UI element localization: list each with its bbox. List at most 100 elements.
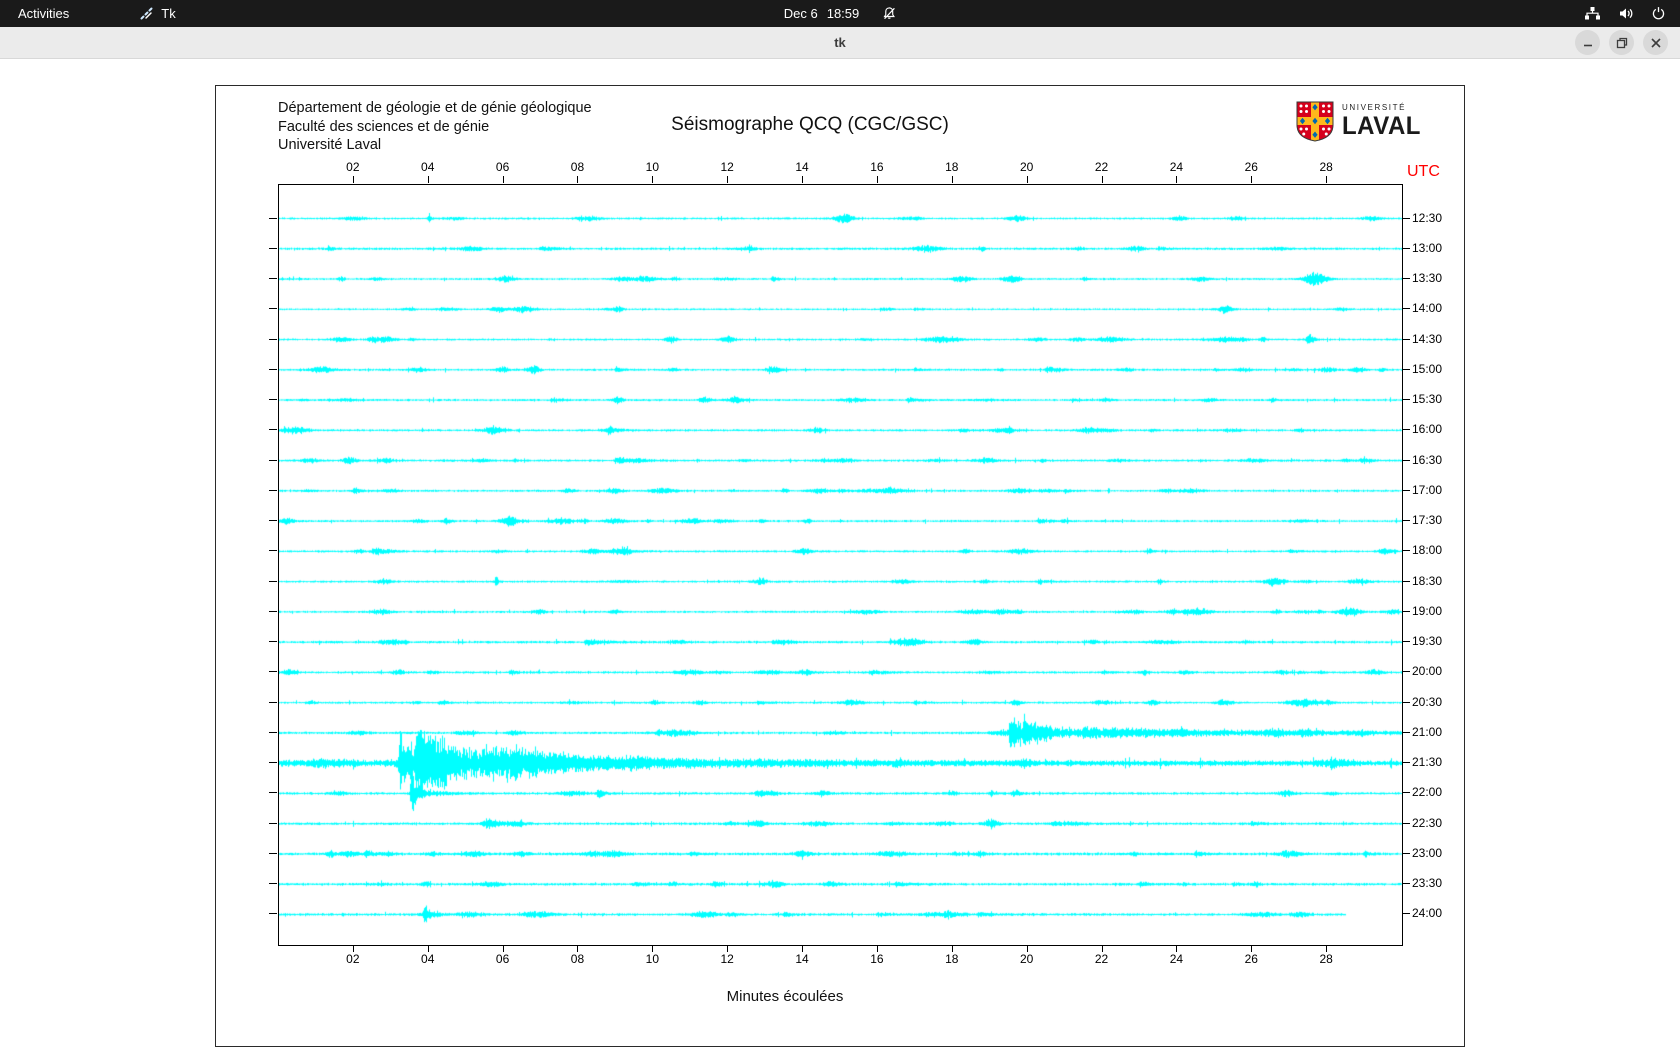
row-tick-right — [1402, 460, 1410, 461]
row-tick-right — [1402, 490, 1410, 491]
row-tick-left — [269, 823, 277, 824]
x-tick-bottom — [1102, 945, 1103, 952]
app-menu-tk[interactable]: Tk — [131, 0, 183, 27]
x-tick-top — [727, 176, 728, 183]
row-tick-right — [1402, 248, 1410, 249]
x-tick-top — [503, 176, 504, 183]
x-tick-top — [952, 176, 953, 183]
x-tick-top — [877, 176, 878, 183]
utc-row-label: 21:30 — [1412, 755, 1442, 769]
x-tick-bottom — [952, 945, 953, 952]
row-tick-left — [269, 732, 277, 733]
utc-row-label: 18:00 — [1412, 543, 1442, 557]
row-tick-right — [1402, 913, 1410, 914]
utc-row-label: 17:00 — [1412, 483, 1442, 497]
row-tick-right — [1402, 823, 1410, 824]
x-tick-top — [802, 176, 803, 183]
window-title-bar: tk — [0, 27, 1680, 59]
x-tick-top — [1176, 176, 1177, 183]
x-tick-label-top: 14 — [789, 160, 815, 174]
utc-row-label: 16:30 — [1412, 453, 1442, 467]
row-tick-right — [1402, 792, 1410, 793]
top-bar-left: Activities Tk — [0, 0, 184, 27]
row-tick-right — [1402, 369, 1410, 370]
x-tick-bottom — [577, 945, 578, 952]
system-status-area[interactable] — [1584, 0, 1680, 27]
x-tick-top — [428, 176, 429, 183]
x-tick-label-top: 26 — [1238, 160, 1264, 174]
utc-row-label: 22:00 — [1412, 785, 1442, 799]
row-tick-left — [269, 671, 277, 672]
row-tick-left — [269, 339, 277, 340]
x-tick-top — [652, 176, 653, 183]
x-tick-label-bottom: 22 — [1089, 952, 1115, 966]
x-axis-title: Minutes écoulées — [216, 988, 1354, 1005]
row-tick-left — [269, 913, 277, 914]
x-tick-label-top: 08 — [564, 160, 590, 174]
notifications-muted-icon — [881, 6, 896, 21]
row-tick-right — [1402, 429, 1410, 430]
laval-logo-university-word: UNIVERSITÉ — [1342, 103, 1421, 112]
activities-button[interactable]: Activities — [0, 0, 87, 27]
x-tick-bottom — [727, 945, 728, 952]
x-tick-label-bottom: 10 — [639, 952, 665, 966]
utc-row-label: 12:30 — [1412, 211, 1442, 225]
plot-area — [278, 184, 1403, 946]
clock-date: Dec 6 — [784, 6, 818, 21]
laval-logo-name-word: LAVAL — [1342, 112, 1421, 141]
utc-row-label: 17:30 — [1412, 513, 1442, 527]
utc-row-label: 19:00 — [1412, 604, 1442, 618]
utc-row-label: 13:30 — [1412, 271, 1442, 285]
utc-row-label: 20:00 — [1412, 664, 1442, 678]
row-tick-right — [1402, 218, 1410, 219]
laval-logo: UNIVERSITÉ LAVAL — [1296, 101, 1421, 142]
row-tick-right — [1402, 732, 1410, 733]
window-title: tk — [0, 27, 1680, 58]
app-menu-label: Tk — [161, 6, 175, 21]
window-controls — [1575, 30, 1668, 55]
utc-row-label: 23:00 — [1412, 846, 1442, 860]
x-tick-top — [1102, 176, 1103, 183]
row-tick-left — [269, 792, 277, 793]
x-tick-bottom — [1176, 945, 1177, 952]
volume-icon — [1618, 6, 1634, 21]
x-tick-label-bottom: 12 — [714, 952, 740, 966]
x-tick-bottom — [1251, 945, 1252, 952]
x-tick-bottom — [1027, 945, 1028, 952]
row-tick-left — [269, 460, 277, 461]
utc-row-label: 22:30 — [1412, 816, 1442, 830]
x-tick-label-top: 28 — [1313, 160, 1339, 174]
x-tick-label-top: 16 — [864, 160, 890, 174]
plot-title: Séismographe QCQ (CGC/GSC) — [216, 114, 1404, 136]
seismogram-traces-canvas — [279, 185, 1402, 945]
x-tick-label-bottom: 24 — [1163, 952, 1189, 966]
x-tick-label-bottom: 06 — [490, 952, 516, 966]
minimize-button[interactable] — [1575, 30, 1600, 55]
utc-row-label: 20:30 — [1412, 695, 1442, 709]
utc-row-label: 15:30 — [1412, 392, 1442, 406]
x-tick-label-bottom: 28 — [1313, 952, 1339, 966]
x-tick-top — [353, 176, 354, 183]
x-tick-bottom — [428, 945, 429, 952]
row-tick-right — [1402, 308, 1410, 309]
restore-button[interactable] — [1609, 30, 1634, 55]
row-tick-left — [269, 218, 277, 219]
activities-label: Activities — [18, 6, 69, 21]
utc-row-label: 18:30 — [1412, 574, 1442, 588]
row-tick-right — [1402, 520, 1410, 521]
x-tick-label-bottom: 26 — [1238, 952, 1264, 966]
row-tick-right — [1402, 581, 1410, 582]
close-button[interactable] — [1643, 30, 1668, 55]
network-icon — [1584, 6, 1601, 21]
x-tick-top — [577, 176, 578, 183]
x-tick-label-bottom: 16 — [864, 952, 890, 966]
x-tick-label-top: 12 — [714, 160, 740, 174]
x-tick-top — [1326, 176, 1327, 183]
clock: Dec 6 18:59 — [784, 6, 860, 21]
row-tick-left — [269, 429, 277, 430]
x-tick-label-bottom: 20 — [1014, 952, 1040, 966]
clock-menu[interactable]: Dec 6 18:59 — [784, 0, 897, 27]
x-tick-label-top: 20 — [1014, 160, 1040, 174]
utc-row-label: 19:30 — [1412, 634, 1442, 648]
row-tick-left — [269, 278, 277, 279]
